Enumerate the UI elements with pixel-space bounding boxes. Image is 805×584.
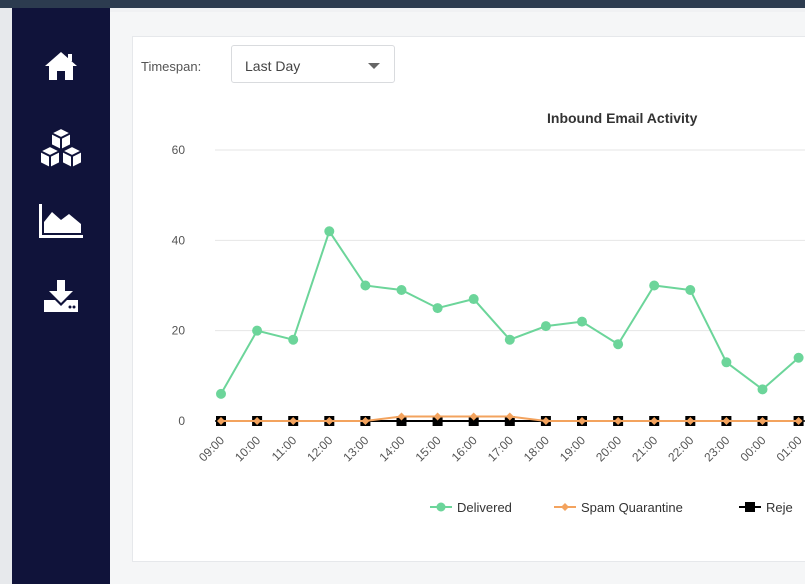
legend-marker	[745, 502, 755, 512]
x-tick-label: 10:00	[232, 433, 263, 464]
y-tick-label: 20	[172, 324, 186, 338]
x-tick-label: 11:00	[269, 433, 300, 464]
download-icon	[44, 280, 78, 312]
main-content: Timespan: Last Day Inbound Email Activit…	[110, 12, 805, 584]
x-tick-label: 01:00	[774, 433, 805, 464]
data-point	[252, 325, 263, 336]
data-point	[396, 285, 407, 296]
sidebar	[12, 8, 110, 584]
window-top-border	[0, 0, 805, 8]
sidebar-item-home[interactable]	[12, 36, 110, 96]
x-tick-label: 13:00	[340, 433, 371, 464]
data-point	[649, 280, 660, 291]
legend-marker	[436, 502, 446, 512]
x-tick-label: 18:00	[521, 433, 552, 464]
x-tick-label: 23:00	[701, 433, 732, 464]
legend-marker	[561, 503, 569, 511]
data-point	[721, 357, 732, 368]
data-point	[288, 334, 299, 345]
legend-label: Spam Quarantine	[581, 500, 683, 515]
x-tick-label: 21:00	[629, 433, 660, 464]
background-window-edge	[0, 0, 12, 584]
data-point	[504, 334, 515, 345]
y-tick-label: 60	[172, 143, 186, 157]
x-tick-label: 19:00	[557, 433, 588, 464]
legend-label: Reje	[766, 500, 793, 515]
data-point	[577, 316, 587, 327]
x-tick-label: 14:00	[376, 433, 407, 464]
data-point	[540, 321, 551, 332]
area-chart-icon	[39, 204, 83, 238]
legend-label: Delivered	[457, 500, 512, 515]
data-point	[793, 352, 804, 363]
x-tick-label: 15:00	[413, 433, 444, 464]
email-activity-panel: Timespan: Last Day Inbound Email Activit…	[132, 36, 805, 562]
cubes-icon	[39, 126, 83, 170]
x-tick-label: 12:00	[304, 433, 335, 464]
y-tick-label: 40	[172, 233, 186, 247]
x-tick-label: 09:00	[196, 433, 227, 464]
x-tick-label: 16:00	[449, 433, 480, 464]
x-tick-label: 20:00	[593, 433, 624, 464]
sidebar-item-downloads[interactable]	[12, 266, 110, 326]
x-tick-label: 17:00	[485, 433, 516, 464]
y-tick-label: 0	[178, 414, 185, 428]
data-point	[468, 294, 479, 305]
sidebar-item-products[interactable]	[12, 118, 110, 178]
data-point	[757, 384, 768, 395]
x-tick-label: 00:00	[737, 433, 768, 464]
sidebar-item-reports[interactable]	[12, 191, 110, 251]
x-tick-label: 22:00	[665, 433, 696, 464]
data-point	[613, 339, 624, 350]
data-point	[432, 303, 443, 314]
inbound-email-chart: 0 20 40 60 09:00 10:00 11:00 12:00 13:00 14:00 15:…	[172, 143, 805, 515]
data-point	[216, 388, 226, 399]
data-point	[685, 285, 696, 296]
data-point	[360, 280, 371, 291]
data-point	[324, 226, 335, 237]
home-icon	[45, 52, 77, 80]
series-line	[220, 229, 800, 395]
